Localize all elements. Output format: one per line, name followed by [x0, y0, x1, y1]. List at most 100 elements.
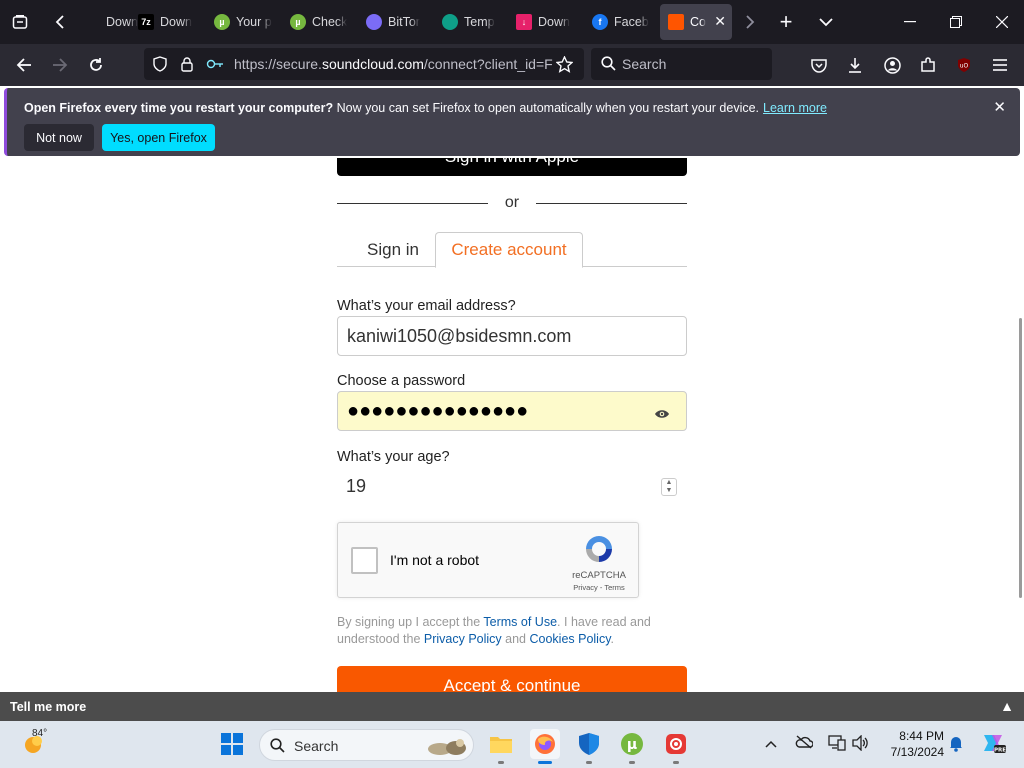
recaptcha-checkbox[interactable] — [351, 547, 378, 574]
lock-icon[interactable] — [180, 48, 194, 80]
notification-bell-icon[interactable] — [948, 734, 964, 755]
tab-label: BitTor — [388, 15, 420, 29]
file-explorer-icon[interactable] — [486, 729, 516, 759]
search-placeholder: Search — [622, 56, 667, 72]
password-label: Choose a password — [337, 373, 466, 389]
browser-tab[interactable]: 7z Down — [130, 4, 206, 40]
age-value: 19 — [346, 475, 367, 496]
browser-tab[interactable]: Temp — [434, 4, 510, 40]
open-firefox-button[interactable]: Yes, open Firefox — [102, 124, 215, 151]
notification-body: Now you can set Firefox to open automati… — [333, 101, 760, 115]
not-now-button[interactable]: Not now — [24, 124, 94, 151]
password-field[interactable]: ●●●●●●●●●●●●●●● — [337, 391, 687, 431]
defender-shield-icon[interactable] — [574, 729, 604, 759]
sign-in-with-apple-button[interactable]: Sign in with Apple — [337, 158, 687, 176]
ublock-origin-icon[interactable]: uO — [948, 44, 980, 86]
age-field[interactable]: 19 ▲ ▼ — [337, 466, 687, 506]
screen-recorder-icon[interactable] — [661, 729, 691, 759]
browser-tab[interactable]: f Faceb — [584, 4, 660, 40]
firefox-taskbar-icon[interactable] — [530, 729, 560, 759]
tab-create-account[interactable]: Create account — [435, 232, 583, 268]
download-icon: ↓ — [516, 14, 532, 30]
windows-start-icon[interactable] — [217, 729, 247, 759]
browser-tab[interactable]: µ Check — [282, 4, 358, 40]
terms-of-use-link[interactable]: Terms of Use — [483, 615, 557, 629]
show-hidden-icons-icon[interactable] — [765, 735, 777, 751]
notification-bar: Open Firefox every time you restart your… — [4, 88, 1020, 156]
tab-label: Faceb — [614, 15, 649, 29]
search-bar[interactable]: Search — [591, 48, 772, 80]
utorrent-icon: µ — [214, 14, 230, 30]
browser-tab[interactable]: ↓ Down — [508, 4, 584, 40]
pocket-icon[interactable] — [803, 44, 835, 86]
accept-continue-button[interactable]: Accept & continue — [337, 666, 687, 692]
or-divider: or — [337, 192, 687, 214]
reload-icon[interactable] — [80, 44, 112, 86]
expand-arrow-icon[interactable]: ▲ — [1000, 698, 1014, 714]
network-icon[interactable] — [828, 735, 846, 754]
utorrent-taskbar-icon[interactable]: µ — [617, 729, 647, 759]
volume-icon[interactable] — [851, 734, 869, 754]
soundcloud-icon — [668, 14, 684, 30]
email-value: kaniwi1050@bsidesmn.com — [347, 325, 572, 346]
tab-sign-in[interactable]: Sign in — [353, 232, 433, 267]
privacy-policy-link[interactable]: Privacy Policy — [424, 632, 502, 646]
system-clock[interactable]: 8:44 PM 7/13/2024 — [880, 728, 944, 760]
browser-tab[interactable]: BitTor — [358, 4, 434, 40]
url-bar[interactable]: https://secure.soundcloud.com/connect?cl… — [144, 48, 584, 80]
tell-me-more-banner[interactable]: Tell me more ▲ — [0, 692, 1024, 721]
recaptcha-brand: reCAPTCHA — [572, 570, 626, 581]
recaptcha-links[interactable]: Privacy - Terms — [558, 583, 640, 592]
close-window-icon[interactable] — [982, 0, 1022, 44]
tab-scroll-right-icon[interactable] — [736, 0, 764, 44]
firefox-view-icon[interactable] — [4, 0, 36, 44]
page-content: Sign in with Apple or Sign in Create acc… — [0, 158, 1024, 692]
tracking-protection-icon[interactable] — [152, 48, 168, 80]
7zip-icon: 7z — [138, 14, 154, 30]
url-domain: soundcloud.com — [321, 56, 424, 72]
downloads-icon[interactable] — [839, 44, 871, 86]
tab-scroll-left-icon[interactable] — [44, 0, 76, 44]
onedrive-icon[interactable] — [795, 735, 814, 752]
recaptcha-widget: I'm not a robot reCAPTCHA Privacy - Term… — [337, 522, 639, 598]
email-field[interactable]: kaniwi1050@bsidesmn.com — [337, 316, 687, 356]
key-icon[interactable] — [206, 48, 224, 80]
running-indicator — [586, 761, 592, 764]
forward-icon[interactable] — [44, 44, 76, 86]
age-stepper-icon[interactable]: ▲ ▼ — [661, 478, 677, 496]
extensions-icon[interactable] — [912, 44, 944, 86]
minimize-icon[interactable] — [890, 0, 930, 44]
tab-strip: Down 7z Down µ Your p µ Check BitTor Tem… — [0, 0, 1024, 44]
download-icon — [84, 14, 100, 30]
restore-icon[interactable] — [936, 0, 976, 44]
cookies-policy-link[interactable]: Cookies Policy — [529, 632, 610, 646]
taskbar-search-label: Search — [294, 738, 339, 754]
tab-label: Down — [160, 15, 192, 29]
page-scrollbar[interactable] — [1019, 318, 1022, 598]
taskbar: 84° Search µ 8:44 PM 7/13/2024 PRE — [0, 721, 1024, 768]
close-notification-icon[interactable]: ✕ — [993, 98, 1006, 116]
running-indicator — [498, 761, 504, 764]
browser-tab-active[interactable]: Co ✕ — [660, 4, 732, 40]
url-text[interactable]: https://secure.soundcloud.com/connect?cl… — [234, 48, 554, 80]
learn-more-link[interactable]: Learn more — [763, 101, 827, 115]
notification-message: Open Firefox every time you restart your… — [24, 101, 827, 115]
tab-label: Your p — [236, 15, 272, 29]
back-icon[interactable] — [8, 44, 40, 86]
browser-tab[interactable]: µ Your p — [206, 4, 282, 40]
close-tab-icon[interactable]: ✕ — [714, 13, 726, 30]
taskbar-search[interactable]: Search — [259, 729, 474, 761]
account-icon[interactable] — [876, 44, 908, 86]
menu-icon[interactable] — [984, 44, 1016, 86]
show-password-eye-icon[interactable] — [654, 404, 670, 418]
list-tabs-icon[interactable] — [810, 0, 842, 44]
auth-tabs: Sign in Create account — [337, 232, 687, 268]
clock-time: 8:44 PM — [899, 729, 944, 743]
copilot-icon[interactable]: PRE — [980, 731, 1006, 758]
email-label: What’s your email address? — [337, 298, 516, 314]
running-indicator — [673, 761, 679, 764]
bookmark-star-icon[interactable] — [556, 48, 573, 80]
clock-date: 7/13/2024 — [890, 745, 944, 759]
search-icon — [270, 738, 285, 758]
new-tab-icon[interactable]: + — [770, 0, 802, 44]
